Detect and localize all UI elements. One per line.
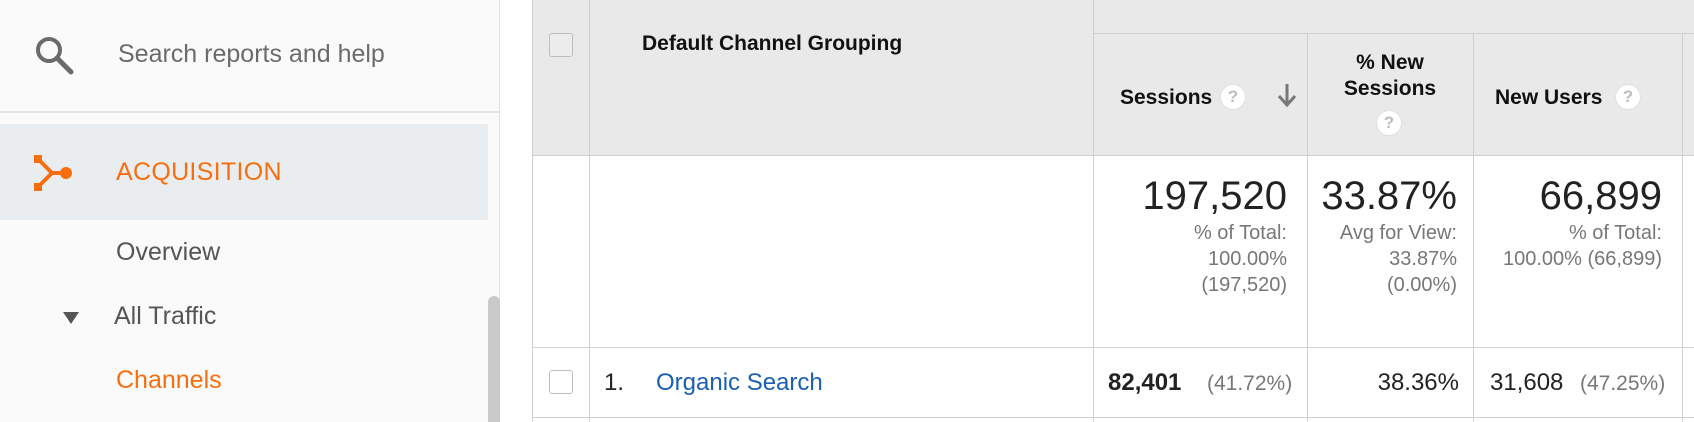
sidebar-item-all-traffic[interactable]: All Traffic xyxy=(114,302,216,331)
sidebar-scrollbar[interactable] xyxy=(488,296,500,422)
divider xyxy=(1682,33,1683,422)
total-new-users: 66,899 xyxy=(1539,174,1662,218)
search-input[interactable] xyxy=(118,30,478,78)
acquisition-icon xyxy=(34,155,72,191)
row-sessions-pct: (41.72%) xyxy=(1207,372,1293,395)
total-detail-line: % of Total: xyxy=(1193,222,1287,244)
total-new-users-detail: % of Total: 100.00% (66,899) xyxy=(1467,220,1662,272)
row-sessions: 82,401 xyxy=(1108,369,1182,396)
report-table: Default Channel Grouping Sessions ? % Ne… xyxy=(532,0,1694,422)
divider xyxy=(532,0,533,422)
row-new-sessions: 38.36% xyxy=(1377,369,1459,396)
total-detail-line: % of Total: xyxy=(1568,222,1662,244)
divider xyxy=(1307,33,1308,422)
search-bar xyxy=(0,0,499,113)
total-new-sessions: 33.87% xyxy=(1321,174,1457,218)
total-detail-line: 100.00% (66,899) xyxy=(1502,248,1662,270)
channel-link[interactable]: Organic Search xyxy=(656,369,823,397)
total-detail-line: 100.00% xyxy=(1208,248,1287,270)
total-detail-line: (197,520) xyxy=(1201,274,1287,296)
total-detail-line: (0.00%) xyxy=(1386,274,1457,296)
divider xyxy=(1093,0,1094,422)
column-header-new-sessions[interactable]: % New Sessions xyxy=(1315,50,1465,102)
column-header-new-users[interactable]: New Users xyxy=(1495,86,1602,110)
divider xyxy=(589,0,590,422)
row-new-users-pct: (47.25%) xyxy=(1580,372,1666,395)
sidebar-item-acquisition[interactable]: ACQUISITION xyxy=(0,124,488,220)
select-all-checkbox[interactable] xyxy=(549,33,573,57)
sidebar-item-overview[interactable]: Overview xyxy=(116,238,220,267)
divider xyxy=(532,347,1694,348)
sidebar-section-label: ACQUISITION xyxy=(116,158,282,186)
caret-down-icon[interactable] xyxy=(63,312,79,324)
sort-descending-icon[interactable] xyxy=(1276,82,1298,108)
divider xyxy=(532,155,1694,156)
table-header xyxy=(532,0,1694,155)
row-new-users: 31,608 xyxy=(1490,369,1564,396)
search-icon[interactable] xyxy=(34,35,74,75)
total-detail-line: 33.87% xyxy=(1389,248,1457,270)
row-checkbox[interactable] xyxy=(549,370,573,394)
column-header-sessions[interactable]: Sessions xyxy=(1120,86,1212,110)
help-icon[interactable]: ? xyxy=(1220,84,1246,110)
dimension-header[interactable]: Default Channel Grouping xyxy=(642,32,902,56)
total-sessions-detail: % of Total: 100.00% (197,520) xyxy=(1117,220,1287,298)
total-sessions: 197,520 xyxy=(1142,174,1287,218)
row-index: 1. xyxy=(604,369,625,396)
total-new-sessions-detail: Avg for View: 33.87% (0.00%) xyxy=(1312,220,1457,298)
divider xyxy=(532,417,1694,418)
help-icon[interactable]: ? xyxy=(1376,110,1402,136)
sidebar: ACQUISITION Overview All Traffic Channel… xyxy=(0,0,500,422)
total-detail-line: Avg for View: xyxy=(1339,222,1457,244)
divider xyxy=(1093,33,1694,34)
help-icon[interactable]: ? xyxy=(1615,84,1641,110)
sidebar-item-channels[interactable]: Channels xyxy=(116,366,222,395)
